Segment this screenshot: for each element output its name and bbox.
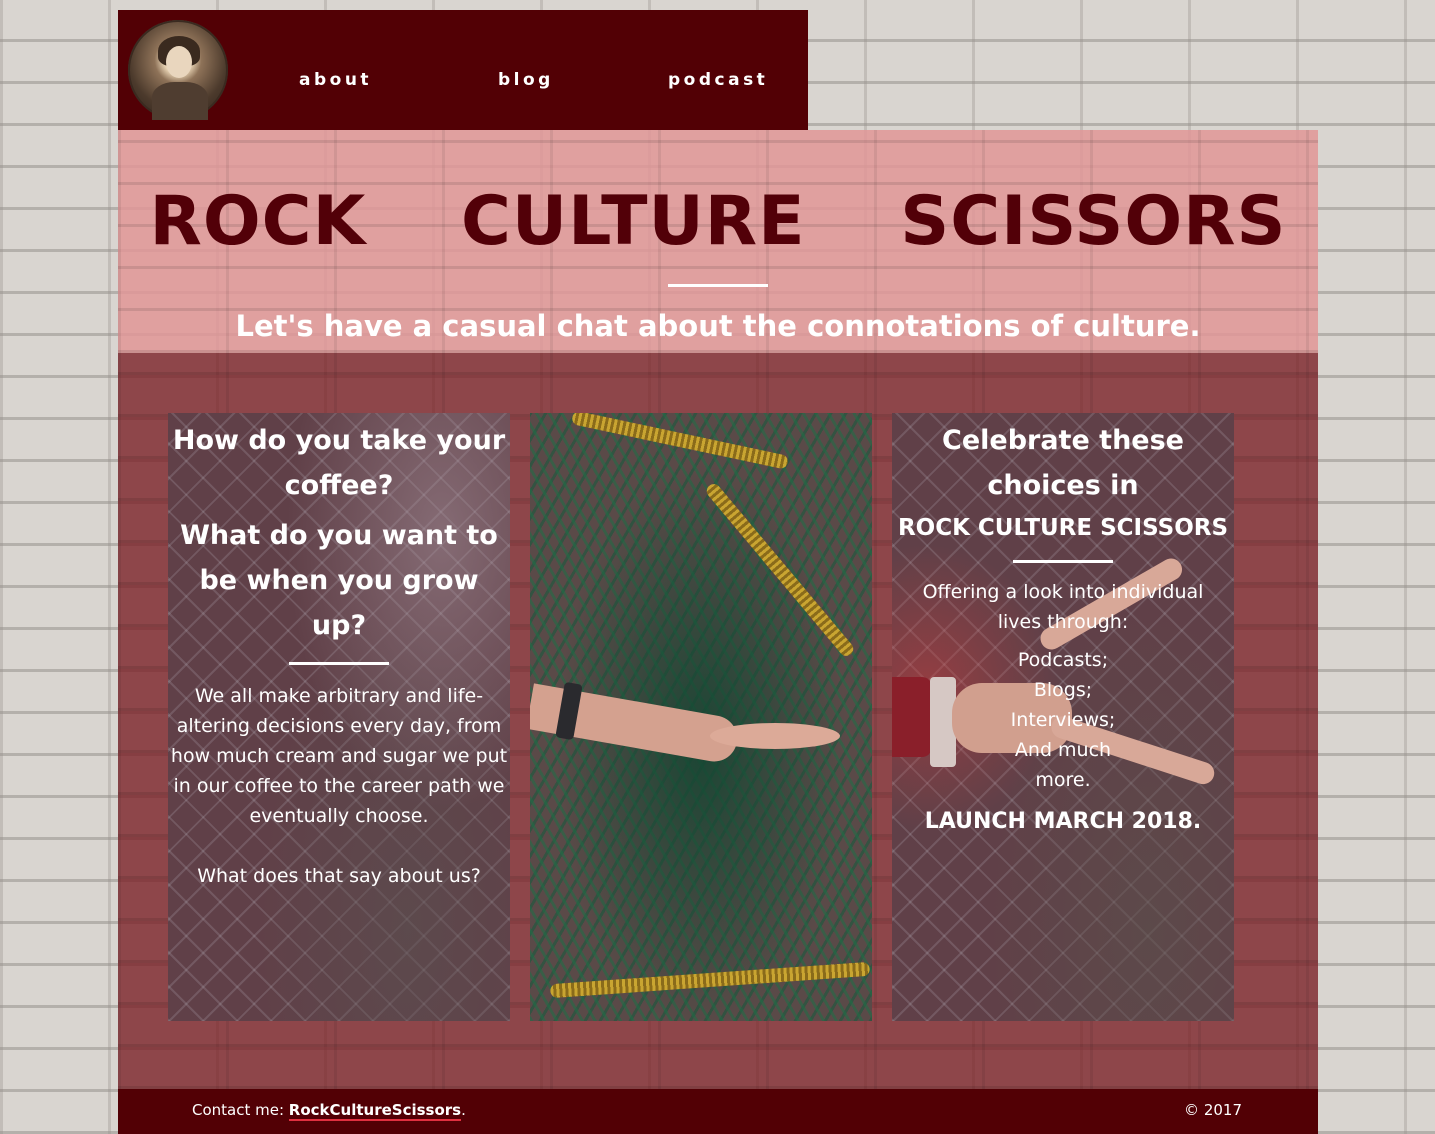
site-tagline: Let's have a casual chat about the conno… <box>235 309 1201 343</box>
garland-middle <box>703 481 857 659</box>
main-content: How do you take your coffee? What do you… <box>118 353 1318 1089</box>
offerings-list: Podcasts; Blogs; Interviews; And much mo… <box>1003 645 1123 795</box>
nav-link-about[interactable]: about <box>299 70 372 90</box>
contact-suffix: . <box>461 1101 466 1119</box>
coffee-card-divider <box>289 662 389 665</box>
celebrate-card: Celebrate these choices in ROCK CULTURE … <box>892 413 1234 1021</box>
coffee-card: How do you take your coffee? What do you… <box>168 413 510 1021</box>
coffee-card-text: How do you take your coffee? What do you… <box>168 413 510 891</box>
garland-bottom <box>549 961 871 999</box>
celebrate-intro: Offering a look into individual lives th… <box>922 581 1204 633</box>
site-title: ROCK CULTURE SCISSORS <box>149 182 1287 261</box>
outstretched-hand-image <box>530 681 840 766</box>
open-hand <box>710 723 840 749</box>
avatar-face <box>166 46 192 78</box>
contact-link[interactable]: RockCultureScissors <box>288 1101 462 1121</box>
avatar-body <box>152 82 208 120</box>
offering-more: And much more. <box>1014 739 1112 791</box>
tree-photo-card <box>530 413 872 1021</box>
contact-label: Contact me: <box>192 1101 289 1119</box>
coffee-heading: How do you take your coffee? <box>172 425 506 501</box>
nav-link-podcast[interactable]: podcast <box>668 70 768 90</box>
copyright: © 2017 <box>1184 1101 1242 1119</box>
contact-info: Contact me: RockCultureScissors. <box>192 1101 466 1121</box>
hero-divider <box>668 284 768 287</box>
coffee-card-question: What does that say about us? <box>197 865 481 887</box>
celebrate-heading: Celebrate these choices in <box>942 425 1184 501</box>
nav-link-blog[interactable]: blog <box>498 70 554 90</box>
grow-up-heading: What do you want to be when you grow up? <box>180 520 498 641</box>
hero-banner: ROCK CULTURE SCISSORS Let's have a casua… <box>118 130 1318 353</box>
celebrate-card-text: Celebrate these choices in ROCK CULTURE … <box>892 413 1234 839</box>
offering-blogs: Blogs; <box>1033 679 1093 701</box>
coffee-card-paragraph: We all make arbitrary and life-altering … <box>170 685 508 827</box>
launch-date: LAUNCH MARCH 2018. <box>924 809 1202 834</box>
garland-top <box>570 413 790 470</box>
top-navigation: about blog podcast <box>118 10 808 130</box>
site-footer: Contact me: RockCultureScissors. © 2017 <box>118 1089 1318 1134</box>
offering-interviews: Interviews; <box>1010 709 1116 731</box>
celebrate-card-divider <box>1013 560 1113 563</box>
offering-podcasts: Podcasts; <box>1017 649 1109 671</box>
celebrate-subheading: ROCK CULTURE SCISSORS <box>897 515 1229 541</box>
avatar[interactable] <box>128 20 228 120</box>
